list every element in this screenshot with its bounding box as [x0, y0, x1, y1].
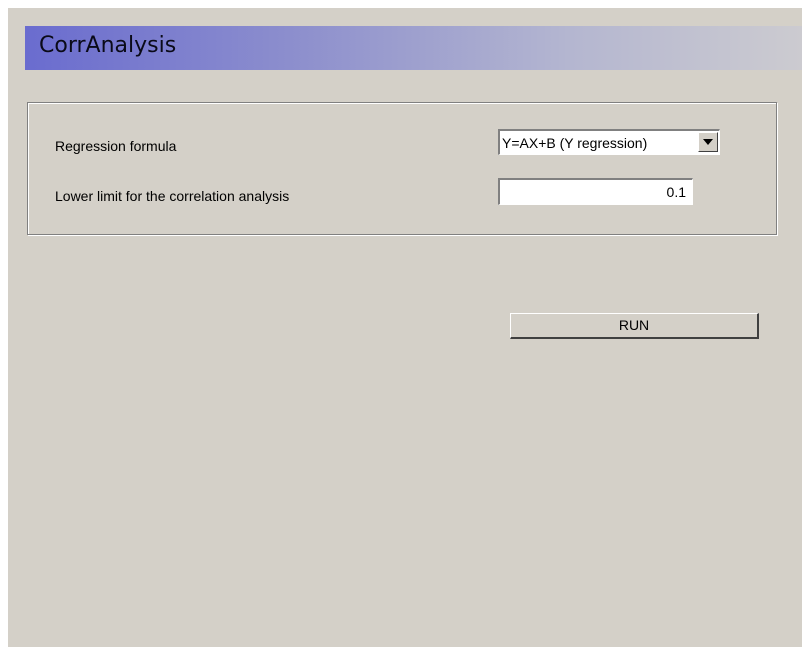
chevron-down-icon — [703, 139, 713, 145]
regression-formula-label: Regression formula — [55, 138, 177, 154]
lower-limit-label: Lower limit for the correlation analysis — [55, 188, 290, 204]
page-title: CorrAnalysis — [39, 33, 177, 58]
regression-formula-select[interactable]: Y=AX+B (Y regression) — [498, 129, 720, 155]
regression-formula-value: Y=AX+B (Y regression) — [502, 135, 648, 151]
lower-limit-input[interactable] — [498, 178, 693, 205]
run-button[interactable]: RUN — [510, 313, 759, 339]
title-banner: CorrAnalysis — [25, 26, 802, 70]
app-window: CorrAnalysis Regression formula Y=AX+B (… — [8, 8, 802, 647]
dropdown-button[interactable] — [698, 132, 718, 152]
settings-group: Regression formula Y=AX+B (Y regression)… — [27, 102, 777, 235]
